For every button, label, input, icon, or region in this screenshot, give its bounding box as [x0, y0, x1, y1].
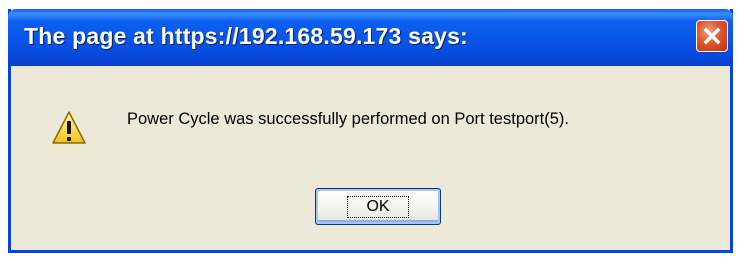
warning-icon — [52, 111, 86, 144]
alert-dialog: The page at https://192.168.59.173 says:… — [8, 9, 733, 253]
ok-button[interactable]: OK — [315, 188, 441, 225]
dialog-body: Power Cycle was successfully performed o… — [11, 66, 730, 250]
title-bar[interactable]: The page at https://192.168.59.173 says: — [8, 9, 733, 66]
dialog-message: Power Cycle was successfully performed o… — [127, 110, 569, 128]
dialog-title: The page at https://192.168.59.173 says: — [24, 23, 468, 49]
close-button[interactable] — [696, 20, 728, 52]
close-icon — [703, 27, 721, 45]
ok-button-label: OK — [347, 195, 409, 218]
